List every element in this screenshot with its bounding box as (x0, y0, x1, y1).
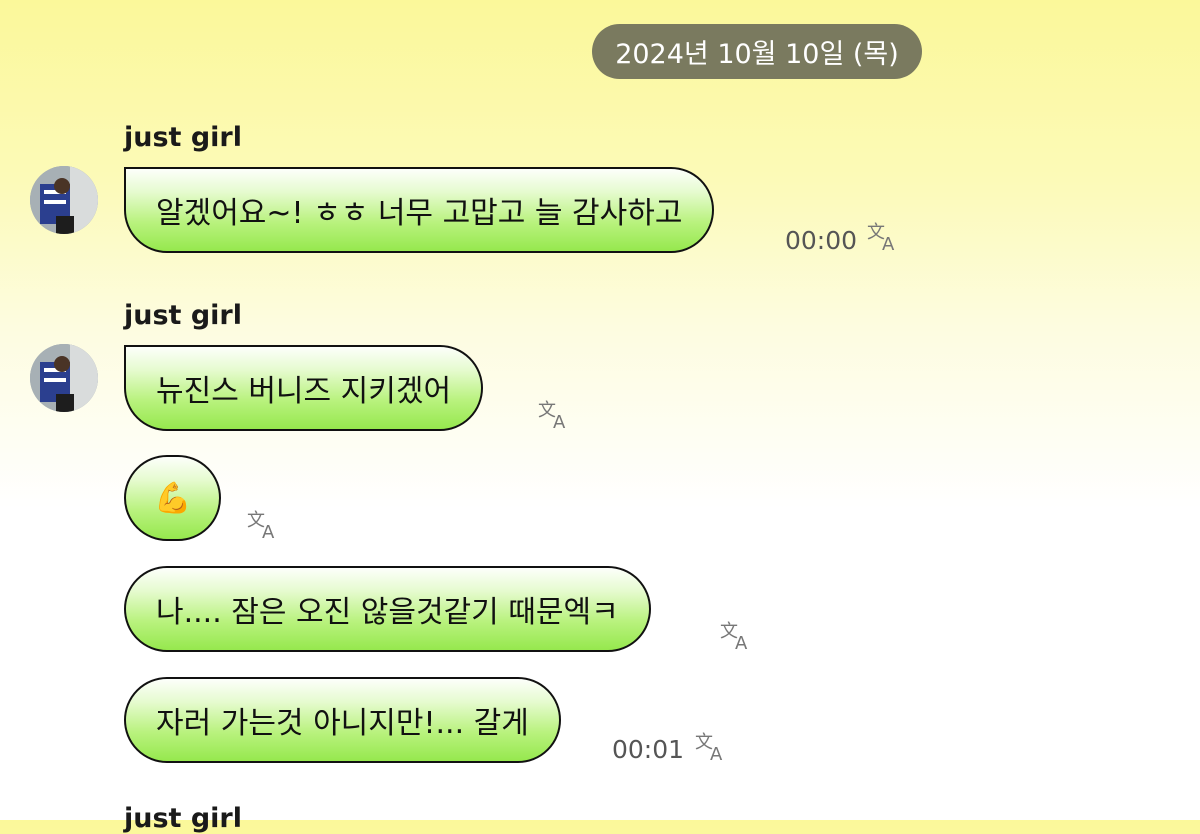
svg-text:A: A (735, 633, 748, 651)
message-bubble[interactable]: 알겠어요~! ㅎㅎ 너무 고맙고 늘 감사하고 (124, 167, 715, 253)
message-bubble[interactable]: 뉴진스 버니즈 지키겠어 (124, 345, 484, 431)
translate-icon[interactable]: 文 A (538, 398, 572, 430)
translate-icon[interactable]: 文 A (867, 220, 901, 252)
svg-text:A: A (882, 234, 895, 252)
translate-icon[interactable]: 文 A (695, 730, 729, 762)
svg-text:A: A (553, 412, 566, 430)
avatar[interactable] (30, 344, 98, 412)
sender-name: just girl (124, 803, 243, 834)
date-divider: 2024년 10월 10일 (목) (592, 24, 922, 79)
svg-text:A: A (710, 744, 723, 762)
message-text: 자러 가는것 아니지만!... 갈게 (156, 706, 529, 741)
message-text: 알겠어요~! ㅎㅎ 너무 고맙고 늘 감사하고 (156, 196, 683, 231)
avatar[interactable] (30, 166, 98, 234)
message-text: 뉴진스 버니즈 지키겠어 (156, 374, 452, 409)
translate-icon[interactable]: 文 A (247, 508, 281, 540)
message-bubble[interactable]: 나.... 잠은 오진 않을것같기 때문엑ㅋ (124, 566, 651, 652)
translate-icon[interactable]: 文 A (720, 619, 754, 651)
svg-text:A: A (262, 522, 275, 540)
emoji-flexed-biceps: 💪 (154, 480, 192, 516)
sender-name: just girl (124, 300, 243, 331)
message-time: 00:01 (612, 735, 685, 764)
message-bubble[interactable]: 자러 가는것 아니지만!... 갈게 (124, 677, 561, 763)
message-bubble[interactable]: 💪 (124, 455, 222, 541)
sender-name: just girl (124, 122, 243, 153)
message-text: 나.... 잠은 오진 않을것같기 때문엑ㅋ (156, 595, 619, 630)
message-time: 00:00 (785, 226, 858, 255)
